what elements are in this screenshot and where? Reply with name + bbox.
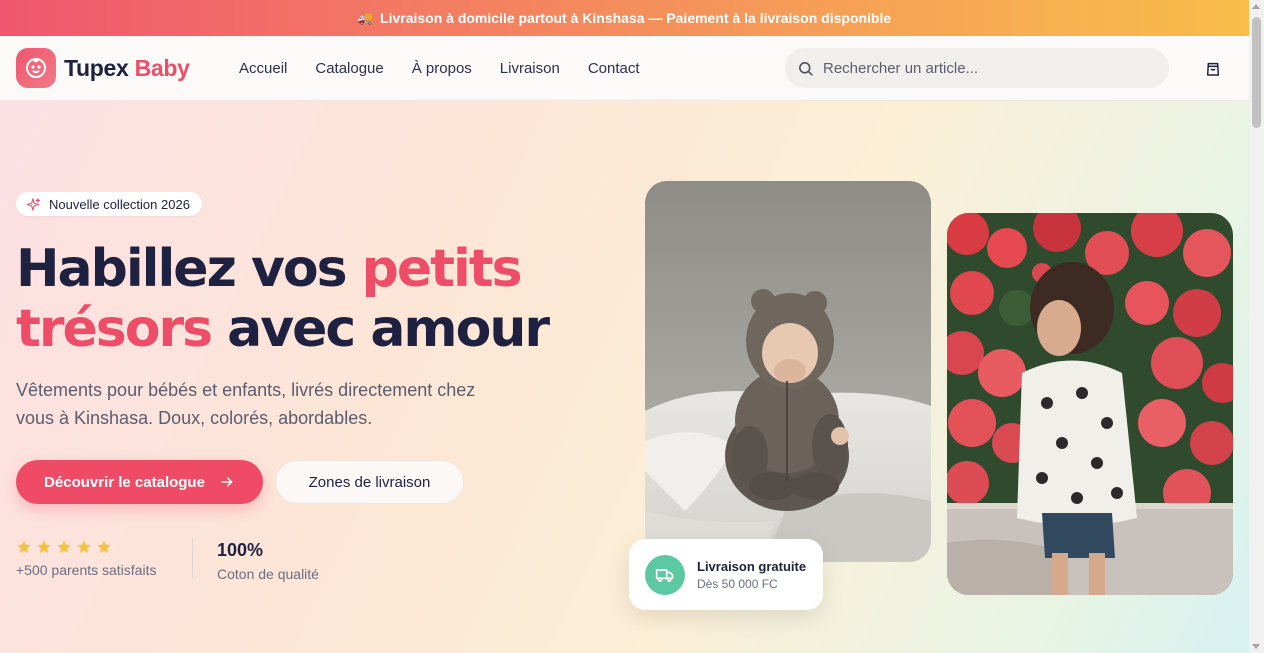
new-collection-badge: Nouvelle collection 2026 [16, 192, 202, 216]
badge-label: Nouvelle collection 2026 [49, 196, 190, 212]
site-header: Tupex Baby Accueil Catalogue À propos Li… [0, 36, 1249, 101]
headline-part1: Habillez vos [16, 239, 362, 299]
discover-catalogue-button[interactable]: Découvrir le catalogue [16, 460, 263, 504]
promo-banner: 🚚 Livraison à domicile partout à Kinshas… [0, 0, 1249, 36]
scroll-up-arrow-icon[interactable] [1252, 4, 1260, 9]
logo-text[interactable]: Tupex Baby [64, 55, 190, 82]
quality-stat-value: 100% [217, 540, 264, 560]
star-icon [37, 540, 51, 553]
logo-name-part1: Tupex [64, 55, 129, 81]
rating-stars [16, 539, 112, 555]
arrow-right-icon [221, 477, 233, 487]
promo-text: Livraison à domicile partout à Kinshasa … [380, 10, 892, 26]
cart-button[interactable] [1202, 59, 1224, 79]
scroll-down-arrow-icon[interactable] [1252, 644, 1260, 649]
star-icon [17, 540, 31, 553]
girl-photo [947, 213, 1233, 595]
free-delivery-subtitle: Dès 50 000 FC [697, 577, 778, 591]
sparkle-icon [26, 197, 40, 211]
nav-item-accueil[interactable]: Accueil [239, 60, 287, 77]
main-nav: Accueil Catalogue À propos Livraison Con… [239, 60, 640, 77]
free-delivery-title: Livraison gratuite [697, 559, 807, 574]
baby-in-bear-suit-image [645, 181, 931, 562]
delivery-zones-button[interactable]: Zones de livraison [275, 460, 464, 504]
delivery-zones-label: Zones de livraison [308, 473, 431, 491]
scroll-thumb[interactable] [1252, 17, 1261, 128]
search-icon [799, 61, 813, 76]
nav-item-contact[interactable]: Contact [588, 60, 640, 77]
search-input[interactable] [823, 59, 1153, 77]
page-scrollbar[interactable] [1249, 0, 1264, 653]
nav-item-livraison[interactable]: Livraison [500, 60, 560, 77]
quality-stat-caption: Coton de qualité [217, 566, 319, 582]
hero-section: Nouvelle collection 2026 Habillez vos pe… [0, 101, 1249, 653]
baby-face-icon [26, 58, 46, 78]
logo-name-part2: Baby [134, 55, 190, 81]
search-bar[interactable] [785, 48, 1169, 88]
star-icon [97, 540, 111, 553]
truck-icon [655, 569, 674, 582]
delivery-icon-badge [645, 555, 685, 595]
headline-part3: avec amour [211, 299, 550, 359]
nav-item-a-propos[interactable]: À propos [412, 60, 472, 77]
logo-icon[interactable] [16, 48, 56, 88]
girl-with-flowers-image [947, 213, 1233, 595]
shopping-bag-icon [1206, 62, 1220, 76]
star-icon [77, 540, 91, 553]
nav-item-catalogue[interactable]: Catalogue [315, 60, 383, 77]
hero-headline: Habillez vos petits trésors avec amour [16, 239, 616, 359]
free-delivery-card: Livraison gratuite Dès 50 000 FC [629, 539, 823, 610]
star-icon [57, 540, 71, 553]
delivery-truck-icon: 🚚 [357, 10, 375, 25]
hero-subtitle: Vêtements pour bébés et enfants, livrés … [16, 380, 476, 428]
stats-divider [192, 539, 193, 579]
baby-photo [645, 181, 931, 562]
rating-caption: +500 parents satisfaits [16, 562, 157, 578]
discover-catalogue-label: Découvrir le catalogue [44, 473, 205, 491]
